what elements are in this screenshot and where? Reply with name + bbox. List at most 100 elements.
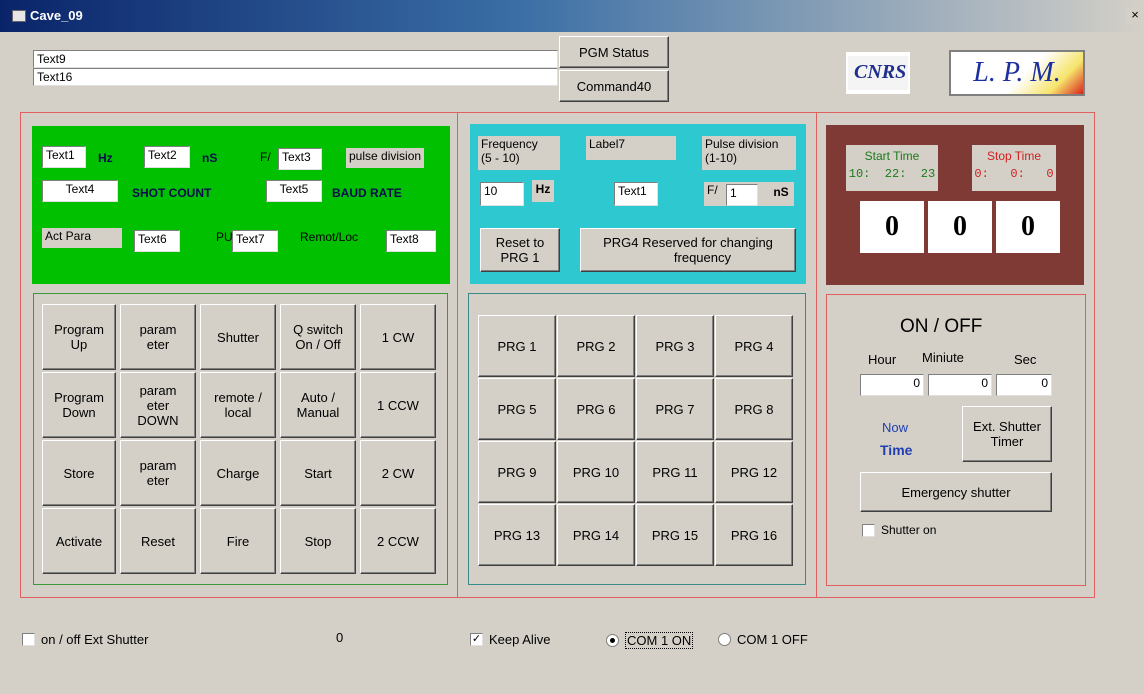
checkbox-icon[interactable] [22,633,35,646]
checkmark-icon[interactable]: ✓ [470,633,483,646]
text1-field[interactable]: Text1 [42,146,86,168]
f-slash-label: F/ [707,183,718,197]
control-button[interactable]: Start [280,440,356,506]
prg-button[interactable]: PRG 4 [715,315,793,377]
ns-label: nS [202,151,218,165]
prg-button[interactable]: PRG 14 [557,504,635,566]
frequency-input[interactable]: 10 [480,182,524,206]
prg-button[interactable]: PRG 11 [636,441,714,503]
text7-field[interactable]: Text7 [232,230,278,252]
control-button[interactable]: Store [42,440,116,506]
control-button[interactable]: Activate [42,508,116,574]
prg-button[interactable]: PRG 12 [715,441,793,503]
text4-field[interactable]: Text4 [42,180,118,202]
lpm-logo: L. P. M. [949,50,1085,96]
hour-input[interactable]: 0 [860,374,924,396]
cnrs-logo-text: CNRS [854,61,906,83]
text16-field[interactable]: Text16 [33,68,558,86]
checkbox-icon[interactable] [862,523,875,537]
pu-label: PU [216,230,233,244]
radio-unselected-icon[interactable] [718,633,731,646]
control-button[interactable]: Program Down [42,372,116,438]
shutter-on-checkbox[interactable]: Shutter on [862,523,936,537]
frequency-label: Frequency (5 - 10) [478,136,560,170]
start-time-value: 10: 22: 23 [848,167,936,181]
command40-button[interactable]: Command40 [559,70,669,102]
prg-button[interactable]: PRG 9 [478,441,556,503]
com1-on-label: COM 1 ON [625,632,694,649]
prg-button[interactable]: PRG 10 [557,441,635,503]
radio-selected-icon[interactable] [606,634,619,647]
text5-field[interactable]: Text5 [266,180,322,202]
text3-field[interactable]: Text3 [278,148,322,170]
control-button[interactable]: Stop [280,508,356,574]
com1-off-radio[interactable]: COM 1 OFF [718,632,808,647]
time-label: Time [880,442,913,458]
pulse-division-range-label: Pulse division (1-10) [702,136,796,170]
label7: Label7 [586,136,676,160]
control-button[interactable]: Q switch On / Off [280,304,356,370]
start-time-label: Start Time [864,149,920,163]
reset-prg1-button[interactable]: Reset to PRG 1 [480,228,560,272]
pulse-input[interactable]: 1 [726,184,758,206]
control-button[interactable]: Charge [200,440,276,506]
control-button[interactable]: Fire [200,508,276,574]
act-para-label: Act Para [42,228,122,248]
control-button[interactable]: remote / local [200,372,276,438]
control-button[interactable]: param eter [120,440,196,506]
prg-button[interactable]: PRG 6 [557,378,635,440]
control-button[interactable]: param eter [120,304,196,370]
text8-field[interactable]: Text8 [386,230,436,252]
ns-unit-label: nS [768,182,794,206]
keep-alive-checkbox[interactable]: ✓ Keep Alive [470,632,550,647]
ext-shutter-checkbox[interactable]: on / off Ext Shutter [22,632,148,647]
com1-on-radio[interactable]: COM 1 ON [606,632,694,649]
emergency-shutter-button[interactable]: Emergency shutter [860,472,1052,512]
stop-time-label: Stop Time [986,149,1042,163]
control-button[interactable]: param eter DOWN [120,372,196,438]
control-button[interactable]: 1 CCW [360,372,436,438]
control-button[interactable]: Auto / Manual [280,372,356,438]
text1-display[interactable]: Text1 [614,182,658,206]
ext-shutter-timer-button[interactable]: Ext. Shutter Timer [962,406,1052,462]
control-button[interactable]: 2 CCW [360,508,436,574]
prg-button[interactable]: PRG 16 [715,504,793,566]
minute-label: Miniute [922,350,964,365]
prg-button[interactable]: PRG 3 [636,315,714,377]
prg-button[interactable]: PRG 7 [636,378,714,440]
text2-field[interactable]: Text2 [144,146,190,168]
control-button[interactable]: Reset [120,508,196,574]
pulse-division-label: pulse division [346,148,425,168]
start-time-box: Start Time 10: 22: 23 [846,145,938,191]
prg-button[interactable]: PRG 1 [478,315,556,377]
control-button[interactable]: Program Up [42,304,116,370]
hz-label: Hz [98,151,113,165]
prg-button[interactable]: PRG 13 [478,504,556,566]
close-button[interactable]: × [1126,8,1144,24]
sec-input[interactable]: 0 [996,374,1052,396]
text9-field[interactable]: Text9 [33,50,558,68]
control-button[interactable]: Shutter [200,304,276,370]
f-slash-label: F/ [260,150,271,164]
prg-button[interactable]: PRG 15 [636,504,714,566]
minute-input[interactable]: 0 [928,374,992,396]
text6-field[interactable]: Text6 [134,230,180,252]
prg-button[interactable]: PRG 2 [557,315,635,377]
on-off-title: ON / OFF [900,316,983,337]
prg4-reserved-button[interactable]: PRG4 Reserved for changing frequency [580,228,796,272]
pgm-status-button[interactable]: PGM Status [559,36,669,68]
time-panel: Start Time 10: 22: 23 Stop Time 0: 0: 0 … [826,125,1084,285]
ext-shutter-label: on / off Ext Shutter [41,632,149,647]
stop-time-box: Stop Time 0: 0: 0 [972,145,1056,191]
prg-button[interactable]: PRG 8 [715,378,793,440]
hz-unit-label: Hz [532,180,554,202]
control-button[interactable]: 2 CW [360,440,436,506]
control-button[interactable]: 1 CW [360,304,436,370]
prg-button[interactable]: PRG 5 [478,378,556,440]
digit-display: 0 [996,201,1060,253]
digit-display: 0 [860,201,924,253]
remot-loc-label: Remot/Loc [300,230,359,244]
status-panel: Text1 Hz Text2 nS F/ Text3 pulse divisio… [32,126,450,284]
baud-rate-label: BAUD RATE [332,186,402,200]
prg-buttons-grid: PRG 1 PRG 2 PRG 3 PRG 4 PRG 5 PRG 6 PRG 7 PRG 8… [478,315,794,567]
